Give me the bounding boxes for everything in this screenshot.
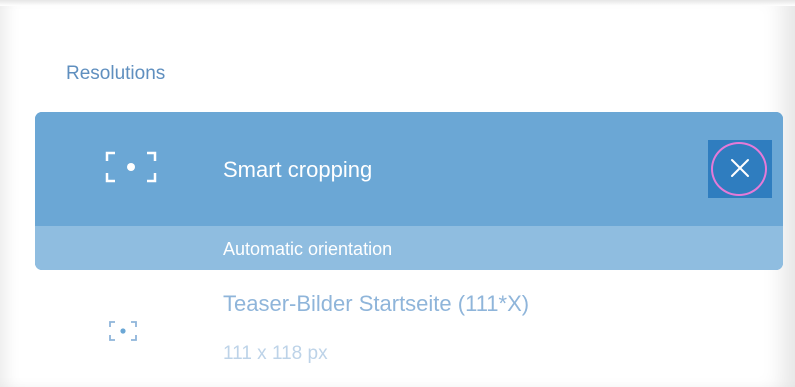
resolution-item-title: Teaser-Bilder Startseite (111*X) bbox=[223, 291, 530, 316]
panel-top-divider bbox=[0, 0, 795, 6]
resolution-item-selected[interactable]: Smart cropping Automatic orientation bbox=[35, 112, 783, 270]
resolution-item-main-row[interactable]: Smart cropping bbox=[35, 112, 783, 226]
resolution-item-size: 111 x 118 px bbox=[223, 343, 328, 364]
crop-focus-icon bbox=[108, 320, 138, 342]
section-title: Resolutions bbox=[66, 63, 166, 84]
resolutions-panel: Resolutions Smart cropping Automatic ori… bbox=[0, 0, 795, 387]
resolution-item-label: Smart cropping bbox=[223, 157, 373, 182]
resolution-item-sublabel: Automatic orientation bbox=[223, 239, 393, 259]
resolution-item[interactable]: Teaser-Bilder Startseite (111*X) 111 x 1… bbox=[35, 272, 783, 387]
crop-focus-icon bbox=[105, 151, 157, 183]
resolution-item-subrow[interactable]: Automatic orientation bbox=[35, 226, 783, 270]
remove-resolution-button[interactable] bbox=[708, 140, 772, 198]
close-icon bbox=[726, 154, 754, 187]
